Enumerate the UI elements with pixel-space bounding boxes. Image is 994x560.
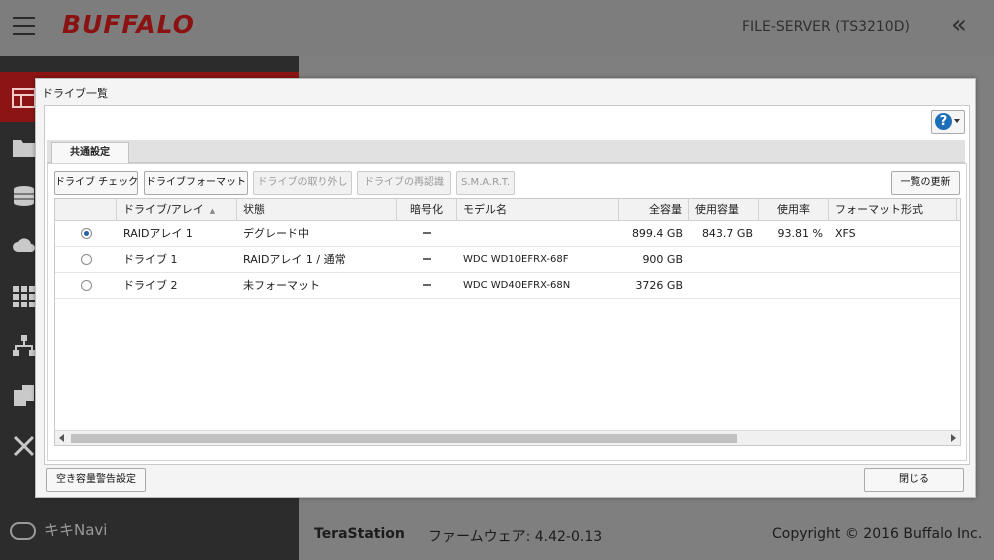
brand-logo: BUFFALO: [62, 10, 195, 39]
cell-used: 843.7 GB: [701, 227, 753, 240]
drive-remove-button[interactable]: ドライブの取り外し: [253, 171, 352, 195]
row-radio[interactable]: [81, 280, 92, 291]
cell-status: デグレード中: [243, 227, 309, 240]
col-total[interactable]: 全容量: [619, 199, 689, 220]
cell-total: 3726 GB: [635, 279, 683, 292]
refresh-list-button[interactable]: 一覧の更新: [891, 171, 960, 195]
table-row[interactable]: RAIDアレイ 1 デグレード中 899.4 GB 843.7 GB 93.81…: [55, 221, 960, 247]
col-used[interactable]: 使用容量: [689, 199, 759, 220]
cell-usage: [759, 273, 823, 298]
col-status[interactable]: 状態: [237, 199, 397, 220]
tools-icon[interactable]: [12, 434, 36, 458]
sort-asc-icon: ▲: [209, 207, 216, 215]
tab-bar: 共通設定: [47, 140, 965, 163]
kikinavi-link[interactable]: キキNavi: [10, 519, 107, 540]
drive-rescan-button[interactable]: ドライブの再認識: [357, 171, 451, 195]
footer-copyright: Copyright © 2016 Buffalo Inc.: [772, 526, 983, 542]
table-row[interactable]: ドライブ 2 未フォーマット WDC WD40EFRX-68N 3726 GB: [55, 273, 960, 299]
scroll-right-icon[interactable]: [951, 434, 956, 442]
cell-status: 未フォーマット: [243, 279, 320, 292]
dialog-body: ? 共通設定 ドライブ チェック ドライブフォーマット ドライブの取り外し ドラ…: [44, 105, 970, 465]
horizontal-scrollbar[interactable]: [55, 430, 960, 445]
network-icon[interactable]: [12, 334, 36, 358]
scrollbar-thumb[interactable]: [71, 434, 737, 443]
cell-encryption: [423, 258, 431, 260]
close-button[interactable]: 閉じる: [864, 468, 964, 492]
row-radio[interactable]: [81, 254, 92, 265]
backup-icon[interactable]: [12, 384, 36, 408]
col-format[interactable]: フォーマット形式: [829, 199, 957, 220]
menu-icon[interactable]: [13, 17, 35, 35]
table-header: ドライブ/アレイ ▲ 状態 暗号化 モデル名 全容量 使用容量 使用率 フォーマッ…: [55, 199, 960, 221]
cell-encryption: [423, 232, 431, 234]
cell-drive: RAIDアレイ 1: [123, 227, 193, 240]
cell-usage: 93.81 %: [777, 227, 823, 240]
kikinavi-label: キキNavi: [44, 521, 108, 539]
footer-brand: TeraStation: [314, 526, 405, 542]
cell-total: 900 GB: [642, 253, 683, 266]
free-space-warning-button[interactable]: 空き容量警告設定: [46, 468, 146, 492]
drive-format-button[interactable]: ドライブフォーマット: [144, 171, 248, 195]
cell-used: [689, 273, 753, 298]
dialog-title: ドライブ一覧: [42, 87, 108, 100]
col-select: [55, 199, 117, 220]
drive-list-dialog: ドライブ一覧 ? 共通設定 ドライブ チェック ドライブフォーマット ドライブの…: [35, 78, 976, 498]
cloud-sync-icon[interactable]: [12, 234, 36, 258]
drive-icon[interactable]: [12, 184, 36, 208]
tab-common-settings[interactable]: 共通設定: [51, 142, 129, 163]
cell-format: XFS: [835, 227, 856, 240]
smart-button[interactable]: S.M.A.R.T.: [456, 171, 515, 195]
cell-total: 899.4 GB: [631, 227, 683, 240]
footer-firmware: ファームウェア: 4.42-0.13: [428, 529, 603, 545]
help-icon: ?: [935, 113, 952, 130]
dashboard-icon[interactable]: [12, 86, 36, 110]
cell-status: RAIDアレイ 1 / 通常: [243, 253, 346, 266]
cell-drive: ドライブ 2: [123, 279, 178, 292]
chevron-down-icon: [954, 119, 960, 123]
collapse-icon[interactable]: «: [951, 12, 967, 38]
col-encryption[interactable]: 暗号化: [397, 199, 457, 220]
cell-drive: ドライブ 1: [123, 253, 178, 266]
cell-usage: [759, 247, 823, 272]
row-radio[interactable]: [81, 228, 92, 239]
col-drive-array-label: ドライブ/アレイ: [123, 203, 204, 216]
col-drive-array[interactable]: ドライブ/アレイ ▲: [117, 199, 237, 220]
cell-model: WDC WD10EFRX-68F: [463, 254, 569, 265]
tab-panel: ドライブ チェック ドライブフォーマット ドライブの取り外し ドライブの再認識 …: [47, 163, 967, 461]
drive-table: ドライブ/アレイ ▲ 状態 暗号化 モデル名 全容量 使用容量 使用率 フォーマッ…: [54, 198, 961, 446]
kikinavi-icon: [10, 521, 36, 540]
device-name: FILE-SERVER (TS3210D): [742, 19, 910, 35]
col-model[interactable]: モデル名: [457, 199, 619, 220]
table-row[interactable]: ドライブ 1 RAIDアレイ 1 / 通常 WDC WD10EFRX-68F 9…: [55, 247, 960, 273]
scroll-left-icon[interactable]: [59, 434, 64, 442]
folder-icon[interactable]: [12, 136, 36, 160]
top-bar: BUFFALO FILE-SERVER (TS3210D) «: [0, 0, 994, 56]
cell-encryption: [423, 284, 431, 286]
drive-check-button[interactable]: ドライブ チェック: [54, 171, 138, 195]
cell-used: [689, 247, 753, 272]
cell-model: WDC WD40EFRX-68N: [463, 280, 571, 291]
apps-grid-icon[interactable]: [12, 284, 36, 308]
help-button[interactable]: ?: [931, 110, 965, 134]
col-usage[interactable]: 使用率: [759, 199, 829, 220]
